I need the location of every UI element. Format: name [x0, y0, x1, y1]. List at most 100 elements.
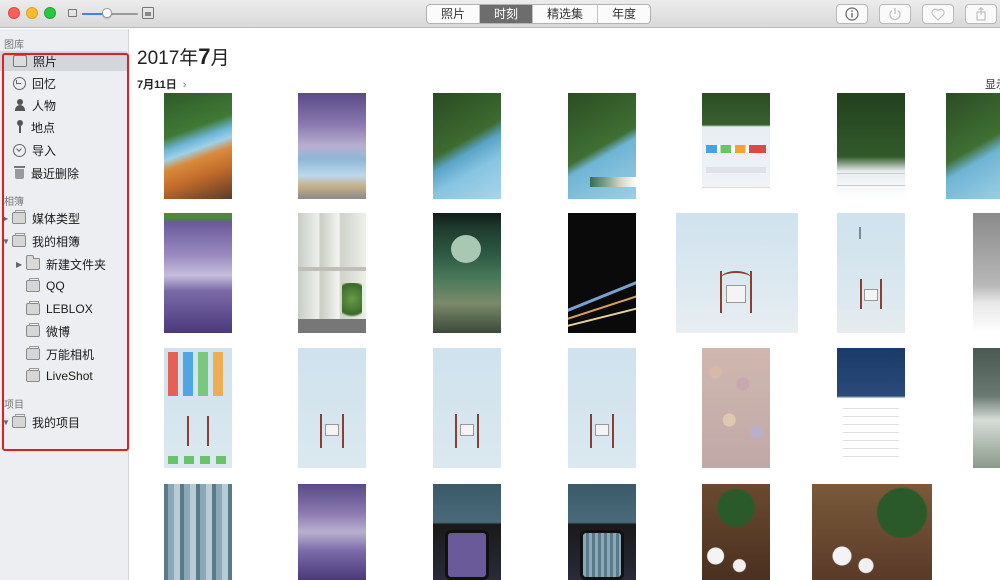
photo-thumbnail[interactable]: [164, 213, 232, 333]
share-icon: [976, 7, 986, 21]
moment-date-header[interactable]: 7月11日 ›: [137, 76, 186, 92]
photo-thumbnail[interactable]: [702, 348, 770, 468]
album-icon: [12, 210, 26, 224]
minimize-window-button[interactable]: [26, 7, 38, 19]
tab-photos[interactable]: 照片: [427, 5, 481, 23]
tab-years[interactable]: 年度: [598, 5, 650, 23]
view-tabs: 照片 时刻 精选集 年度: [426, 4, 652, 24]
sidebar-item-label: 最近删除: [31, 166, 80, 181]
photo-thumbnail[interactable]: [837, 213, 905, 333]
photo-thumbnail[interactable]: [568, 93, 636, 199]
album-icon: [26, 278, 40, 292]
sidebar-item-album-wanneng-camera[interactable]: 万能相机: [26, 344, 94, 364]
tab-moments[interactable]: 时刻: [480, 5, 534, 23]
photo-thumbnail[interactable]: [298, 93, 366, 199]
photo-thumbnail[interactable]: [837, 93, 905, 199]
photo-thumbnail[interactable]: [568, 484, 636, 580]
share-button[interactable]: [965, 4, 997, 24]
photo-thumbnail[interactable]: [433, 93, 501, 199]
import-icon: [13, 143, 26, 157]
chevron-right-icon[interactable]: ›: [183, 79, 187, 91]
sidebar-item-label: 人物: [32, 98, 57, 113]
photo-thumbnail[interactable]: [164, 484, 232, 580]
photo-thumbnail[interactable]: [298, 348, 366, 468]
zoom-out-icon[interactable]: [68, 9, 77, 17]
tab-collections[interactable]: 精选集: [533, 5, 599, 23]
show-all-link[interactable]: 显示: [985, 76, 1000, 92]
heart-icon: [931, 8, 945, 21]
photo-thumbnail[interactable]: [164, 93, 232, 199]
close-window-button[interactable]: [8, 7, 20, 19]
disclosure-down-icon[interactable]: ▼: [2, 237, 10, 246]
sidebar-item-label: QQ: [46, 279, 65, 293]
rotate-icon: [889, 8, 901, 21]
photo-thumbnail[interactable]: [702, 93, 770, 199]
photo-thumbnail[interactable]: [568, 348, 636, 468]
sidebar-item-my-albums[interactable]: ▼ 我的相簿: [2, 231, 80, 251]
photo-thumbnail[interactable]: [812, 484, 932, 580]
sidebar-item-memories[interactable]: 回忆: [13, 73, 56, 93]
photo-thumbnail[interactable]: [946, 93, 1000, 199]
album-icon: [12, 414, 26, 428]
photo-thumbnail[interactable]: [973, 348, 1000, 468]
sidebar-item-new-folder[interactable]: ▶ 新建文件夹: [16, 254, 106, 274]
album-icon: [26, 346, 40, 360]
photo-thumbnail[interactable]: [164, 348, 232, 468]
photo-thumbnail[interactable]: [433, 484, 501, 580]
photo-thumbnail[interactable]: [433, 213, 501, 333]
library-section-header: 图库: [4, 40, 24, 51]
disclosure-right-icon[interactable]: ▶: [16, 260, 24, 269]
photo-thumbnail[interactable]: [973, 213, 1000, 333]
sidebar-item-label: 导入: [32, 143, 57, 158]
favorite-button[interactable]: [922, 4, 954, 24]
disclosure-right-icon[interactable]: ▶: [2, 214, 10, 223]
zoom-window-button[interactable]: [44, 7, 56, 19]
sidebar-item-album-weibo[interactable]: 微博: [26, 321, 70, 341]
toolbar: 照片 时刻 精选集 年度: [0, 0, 1000, 28]
album-icon: [26, 323, 40, 337]
sidebar-item-label: 媒体类型: [32, 211, 81, 226]
disclosure-down-icon[interactable]: ▼: [2, 418, 10, 427]
album-icon: [12, 233, 26, 247]
sidebar-item-label: 万能相机: [46, 347, 95, 362]
sidebar-item-album-leblox[interactable]: LEBLOX: [26, 299, 93, 319]
photo-thumbnail[interactable]: [298, 484, 366, 580]
sidebar-item-places[interactable]: 地点: [15, 117, 55, 137]
sidebar-item-album-qq[interactable]: QQ: [26, 276, 65, 296]
sidebar-item-import[interactable]: 导入: [13, 140, 56, 160]
photo-thumbnail[interactable]: [433, 348, 501, 468]
sidebar-item-label: 微博: [46, 324, 71, 339]
album-icon: [26, 301, 40, 315]
sidebar-item-media-types[interactable]: ▶ 媒体类型: [2, 208, 80, 228]
sidebar-item-my-projects[interactable]: ▼ 我的项目: [2, 412, 80, 432]
month-suffix: 月: [210, 48, 230, 69]
photo-thumbnail[interactable]: [702, 484, 770, 580]
sidebar-item-label: 我的项目: [32, 415, 81, 430]
moment-date-label: 7月11日: [137, 79, 177, 91]
photo-thumbnail[interactable]: [568, 213, 636, 333]
sidebar-item-label: 我的相簿: [32, 234, 81, 249]
trash-icon: [14, 166, 25, 180]
info-icon: [845, 7, 859, 21]
photo-grid-area: 2017年7月 7月11日 › 显示: [130, 29, 1000, 580]
zoom-slider-knob[interactable]: [102, 8, 113, 18]
month-heading: 2017年7月: [137, 43, 230, 70]
sidebar-item-label: 照片: [33, 54, 58, 69]
zoom-in-icon[interactable]: [142, 7, 154, 19]
rotate-button[interactable]: [879, 4, 911, 24]
month-number: 7: [198, 44, 211, 69]
month-year-prefix: 2017年: [137, 48, 199, 69]
photos-icon: [13, 55, 27, 67]
info-button[interactable]: [836, 4, 868, 24]
folder-icon: [26, 255, 40, 270]
sidebar-item-album-liveshot[interactable]: LiveShot: [26, 366, 93, 386]
people-icon: [14, 98, 26, 112]
photo-thumbnail[interactable]: [676, 213, 798, 333]
sidebar-item-photos[interactable]: 照片: [0, 51, 127, 71]
photo-thumbnail[interactable]: [298, 213, 366, 333]
sidebar-item-label: LiveShot: [46, 369, 93, 383]
sidebar-item-recently-deleted[interactable]: 最近删除: [14, 163, 79, 183]
album-icon: [26, 368, 40, 382]
sidebar-item-people[interactable]: 人物: [14, 95, 56, 115]
photo-thumbnail[interactable]: [837, 348, 905, 468]
